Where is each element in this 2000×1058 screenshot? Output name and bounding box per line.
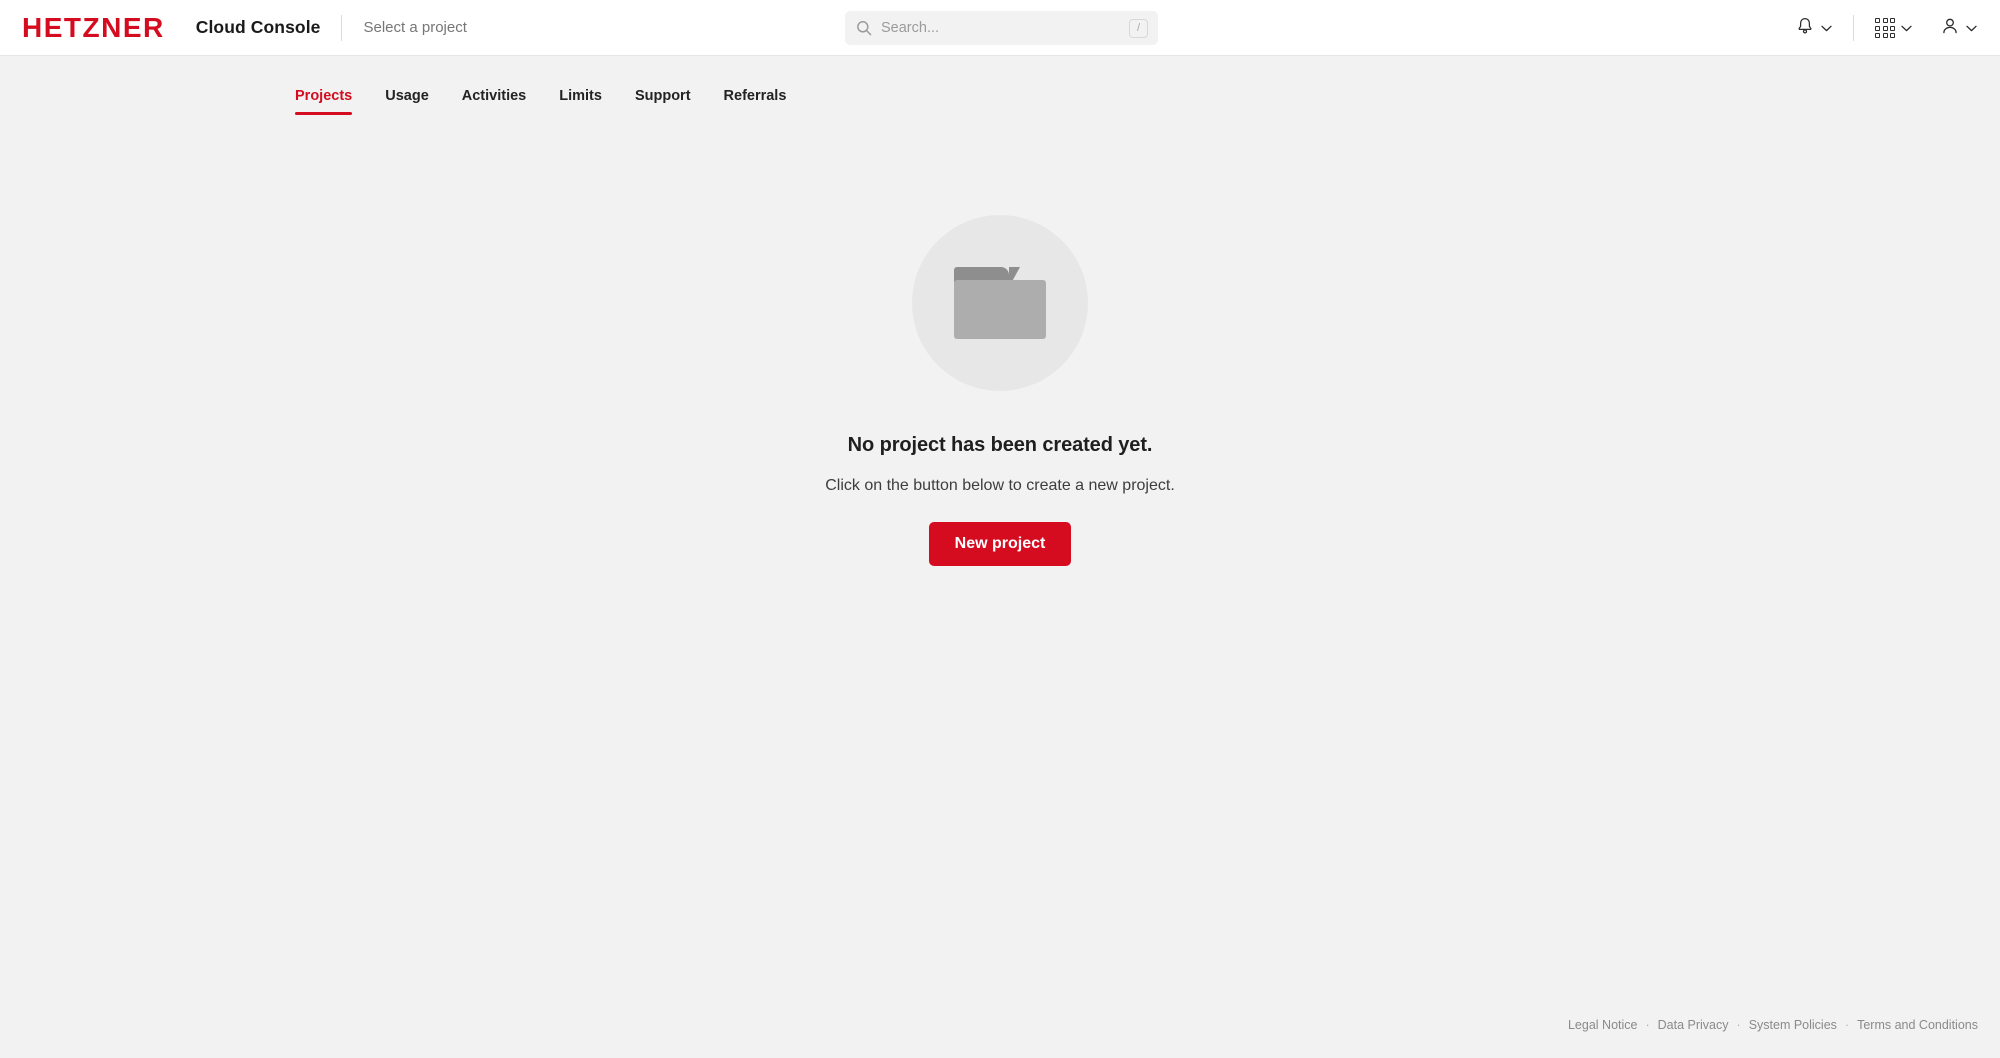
app-title: Cloud Console xyxy=(195,17,321,37)
user-icon xyxy=(1940,16,1960,41)
chevron-down-icon xyxy=(1966,25,1977,32)
tab-usage[interactable]: Usage xyxy=(385,88,429,115)
footer-link-terms-and-conditions[interactable]: Terms and Conditions xyxy=(1857,1018,1978,1032)
account-button[interactable] xyxy=(1935,12,1982,45)
chevron-down-icon xyxy=(1901,25,1912,32)
footer: Legal Notice · Data Privacy · System Pol… xyxy=(1568,1018,1978,1032)
project-selector[interactable]: Select a project xyxy=(364,19,467,36)
tab-projects[interactable]: Projects xyxy=(295,88,353,115)
search-icon xyxy=(856,20,872,36)
notifications-button[interactable] xyxy=(1790,12,1837,45)
primary-tabs: Projects Usage Activities Limits Support… xyxy=(295,88,786,115)
search-shortcut-badge: / xyxy=(1129,18,1148,38)
header-divider xyxy=(340,14,342,41)
empty-state-subtitle: Click on the button below to create a ne… xyxy=(825,477,1175,494)
empty-state: No project has been created yet. Click o… xyxy=(0,215,2000,566)
search-bar[interactable]: / xyxy=(845,11,1158,45)
tab-referrals[interactable]: Referrals xyxy=(724,88,787,115)
new-project-button[interactable]: New project xyxy=(928,522,1072,566)
footer-link-legal-notice[interactable]: Legal Notice xyxy=(1568,1018,1638,1032)
app-root: HETZNER Cloud Console Select a project / xyxy=(0,0,2000,1058)
empty-state-illustration xyxy=(912,215,1088,391)
search-input[interactable] xyxy=(881,20,1129,36)
header-actions xyxy=(1790,0,1982,56)
hetzner-logo[interactable]: HETZNER xyxy=(22,11,165,43)
apps-button[interactable] xyxy=(1870,14,1917,42)
empty-state-title: No project has been created yet. xyxy=(847,434,1153,456)
folder-body xyxy=(954,280,1046,339)
logo-text: HETZNER xyxy=(22,11,165,43)
footer-link-system-policies[interactable]: System Policies xyxy=(1749,1018,1837,1032)
tab-support[interactable]: Support xyxy=(635,88,691,115)
top-header: HETZNER Cloud Console Select a project / xyxy=(0,0,2000,56)
folder-icon xyxy=(954,267,1046,339)
chevron-down-icon xyxy=(1821,25,1832,32)
tab-activities[interactable]: Activities xyxy=(462,88,526,115)
footer-link-data-privacy[interactable]: Data Privacy xyxy=(1658,1018,1729,1032)
footer-separator: · xyxy=(1844,1018,1850,1032)
bell-icon xyxy=(1795,16,1815,41)
footer-separator: · xyxy=(1645,1018,1650,1032)
header-actions-divider xyxy=(1853,15,1854,41)
tab-limits[interactable]: Limits xyxy=(559,88,602,115)
grid-icon xyxy=(1875,18,1895,38)
footer-separator: · xyxy=(1736,1018,1741,1032)
